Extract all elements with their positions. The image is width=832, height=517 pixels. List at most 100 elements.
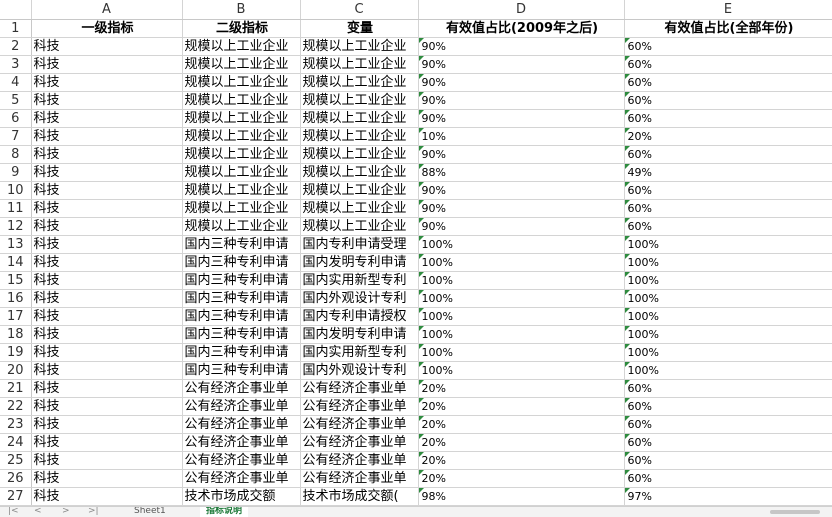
cell[interactable]: 100% bbox=[624, 325, 832, 344]
cell[interactable]: 规模以上工业企业 bbox=[182, 55, 301, 74]
cell[interactable]: 100% bbox=[418, 253, 625, 272]
cell[interactable]: 国内三种专利申请 bbox=[182, 289, 301, 308]
cell[interactable]: 规模以上工业企业 bbox=[300, 55, 419, 74]
cell[interactable]: 60% bbox=[624, 433, 832, 452]
cell[interactable]: 科技 bbox=[31, 487, 183, 506]
row-number[interactable]: 17 bbox=[0, 307, 32, 326]
cell[interactable]: 科技 bbox=[31, 361, 183, 380]
column-header-e[interactable]: E bbox=[624, 0, 832, 20]
cell[interactable]: 20% bbox=[418, 415, 625, 434]
cell[interactable]: 60% bbox=[624, 109, 832, 128]
cell[interactable]: 规模以上工业企业 bbox=[300, 145, 419, 164]
row-number[interactable]: 1 bbox=[0, 19, 32, 38]
cell[interactable]: 科技 bbox=[31, 181, 183, 200]
row-number[interactable]: 21 bbox=[0, 379, 32, 398]
cell[interactable]: 公有经济企事业单 bbox=[300, 451, 419, 470]
cell[interactable]: 100% bbox=[418, 235, 625, 254]
cell[interactable]: 科技 bbox=[31, 109, 183, 128]
cell[interactable]: 49% bbox=[624, 163, 832, 182]
row-number[interactable]: 27 bbox=[0, 487, 32, 506]
cell[interactable]: 规模以上工业企业 bbox=[182, 217, 301, 236]
cell[interactable]: 88% bbox=[418, 163, 625, 182]
cell[interactable]: 90% bbox=[418, 145, 625, 164]
cell[interactable]: 60% bbox=[624, 181, 832, 200]
cell[interactable]: 公有经济企事业单 bbox=[182, 415, 301, 434]
cell[interactable]: 100% bbox=[418, 271, 625, 290]
cell[interactable]: 有效值占比(2009年之后) bbox=[418, 19, 625, 38]
cell[interactable]: 90% bbox=[418, 199, 625, 218]
cell[interactable]: 公有经济企事业单 bbox=[300, 433, 419, 452]
cell[interactable]: 90% bbox=[418, 55, 625, 74]
cell[interactable]: 科技 bbox=[31, 235, 183, 254]
cell[interactable]: 科技 bbox=[31, 415, 183, 434]
row-number[interactable]: 13 bbox=[0, 235, 32, 254]
cell[interactable]: 国内专利申请授权 bbox=[300, 307, 419, 326]
cell[interactable]: 90% bbox=[418, 73, 625, 92]
cell[interactable]: 科技 bbox=[31, 253, 183, 272]
cell[interactable]: 97% bbox=[624, 487, 832, 506]
cell[interactable]: 科技 bbox=[31, 469, 183, 488]
cell[interactable]: 90% bbox=[418, 181, 625, 200]
cell[interactable]: 20% bbox=[418, 379, 625, 398]
cell[interactable]: 技术市场成交额( bbox=[300, 487, 419, 506]
cell[interactable]: 变量 bbox=[300, 19, 419, 38]
cell[interactable]: 国内三种专利申请 bbox=[182, 253, 301, 272]
cell[interactable]: 20% bbox=[624, 127, 832, 146]
row-number[interactable]: 4 bbox=[0, 73, 32, 92]
cell[interactable]: 规模以上工业企业 bbox=[182, 145, 301, 164]
cell[interactable]: 技术市场成交额 bbox=[182, 487, 301, 506]
column-header-d[interactable]: D bbox=[418, 0, 625, 20]
cell[interactable]: 二级指标 bbox=[182, 19, 301, 38]
cell[interactable]: 60% bbox=[624, 145, 832, 164]
cell[interactable]: 科技 bbox=[31, 289, 183, 308]
cell[interactable]: 科技 bbox=[31, 451, 183, 470]
cell[interactable]: 公有经济企事业单 bbox=[182, 451, 301, 470]
row-number[interactable]: 8 bbox=[0, 145, 32, 164]
cell[interactable]: 科技 bbox=[31, 145, 183, 164]
row-number[interactable]: 20 bbox=[0, 361, 32, 380]
cell[interactable]: 100% bbox=[418, 343, 625, 362]
cell[interactable]: 100% bbox=[418, 307, 625, 326]
last-sheet-icon[interactable]: >| bbox=[88, 507, 99, 516]
cell[interactable]: 60% bbox=[624, 397, 832, 416]
row-number[interactable]: 7 bbox=[0, 127, 32, 146]
row-number[interactable]: 25 bbox=[0, 451, 32, 470]
cell[interactable]: 规模以上工业企业 bbox=[300, 199, 419, 218]
cell[interactable]: 20% bbox=[418, 451, 625, 470]
cell[interactable]: 60% bbox=[624, 73, 832, 92]
cell[interactable]: 公有经济企事业单 bbox=[300, 415, 419, 434]
cell[interactable]: 100% bbox=[418, 361, 625, 380]
cell[interactable]: 科技 bbox=[31, 163, 183, 182]
cell[interactable]: 一级指标 bbox=[31, 19, 183, 38]
cell[interactable]: 国内三种专利申请 bbox=[182, 343, 301, 362]
row-number[interactable]: 19 bbox=[0, 343, 32, 362]
cell[interactable]: 规模以上工业企业 bbox=[300, 217, 419, 236]
cell[interactable]: 公有经济企事业单 bbox=[300, 397, 419, 416]
spreadsheet-grid[interactable]: A B C D E 1 一级指标 二级指标 变量 有效值占比(2009年之后) … bbox=[0, 0, 832, 506]
cell[interactable]: 60% bbox=[624, 217, 832, 236]
cell[interactable]: 规模以上工业企业 bbox=[300, 127, 419, 146]
cell[interactable]: 科技 bbox=[31, 325, 183, 344]
prev-sheet-icon[interactable]: < bbox=[34, 507, 42, 516]
cell[interactable]: 60% bbox=[624, 379, 832, 398]
cell[interactable]: 科技 bbox=[31, 199, 183, 218]
cell[interactable]: 规模以上工业企业 bbox=[300, 109, 419, 128]
cell[interactable]: 国内外观设计专利 bbox=[300, 361, 419, 380]
cell[interactable]: 60% bbox=[624, 451, 832, 470]
row-number[interactable]: 3 bbox=[0, 55, 32, 74]
cell[interactable]: 90% bbox=[418, 217, 625, 236]
cell[interactable]: 规模以上工业企业 bbox=[182, 37, 301, 56]
cell[interactable]: 60% bbox=[624, 91, 832, 110]
cell[interactable]: 60% bbox=[624, 199, 832, 218]
cell[interactable]: 20% bbox=[418, 397, 625, 416]
cell[interactable]: 国内三种专利申请 bbox=[182, 307, 301, 326]
cell[interactable]: 60% bbox=[624, 469, 832, 488]
cell[interactable]: 100% bbox=[418, 325, 625, 344]
cell[interactable]: 公有经济企事业单 bbox=[182, 379, 301, 398]
select-all-corner[interactable] bbox=[0, 0, 32, 20]
horizontal-scrollbar[interactable] bbox=[770, 510, 820, 514]
cell[interactable]: 科技 bbox=[31, 37, 183, 56]
cell[interactable]: 有效值占比(全部年份) bbox=[624, 19, 832, 38]
cell[interactable]: 10% bbox=[418, 127, 625, 146]
cell[interactable]: 国内外观设计专利 bbox=[300, 289, 419, 308]
